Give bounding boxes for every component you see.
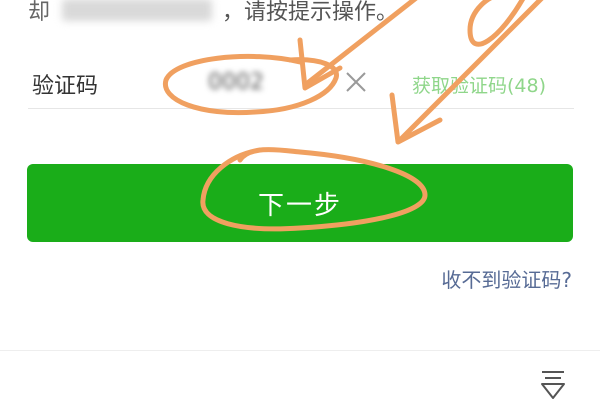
verification-code-label: 验证码 bbox=[32, 74, 99, 99]
cant-receive-code-link[interactable]: 收不到验证码? bbox=[441, 264, 572, 293]
next-step-button[interactable]: 下一步 bbox=[27, 164, 573, 242]
bottom-divider bbox=[0, 350, 600, 351]
verification-screen: 却 ，请按提示操作。 验证码 获取验证码(48) 下一步 收不到验证码? bbox=[0, 0, 600, 400]
verification-code-input[interactable] bbox=[208, 68, 318, 96]
instruction-text: ，请按提示操作。 bbox=[222, 0, 399, 25]
masked-phone-number bbox=[62, 0, 213, 21]
verification-code-row: 验证码 获取验证码(48) bbox=[28, 58, 574, 109]
instruction-prefix: 却 bbox=[28, 0, 51, 25]
instruction-line: 却 ，请按提示操作。 bbox=[28, 0, 398, 30]
resend-code-link[interactable]: 获取验证码(48) bbox=[412, 71, 546, 98]
close-icon[interactable] bbox=[342, 68, 370, 96]
filter-icon[interactable] bbox=[536, 366, 570, 400]
